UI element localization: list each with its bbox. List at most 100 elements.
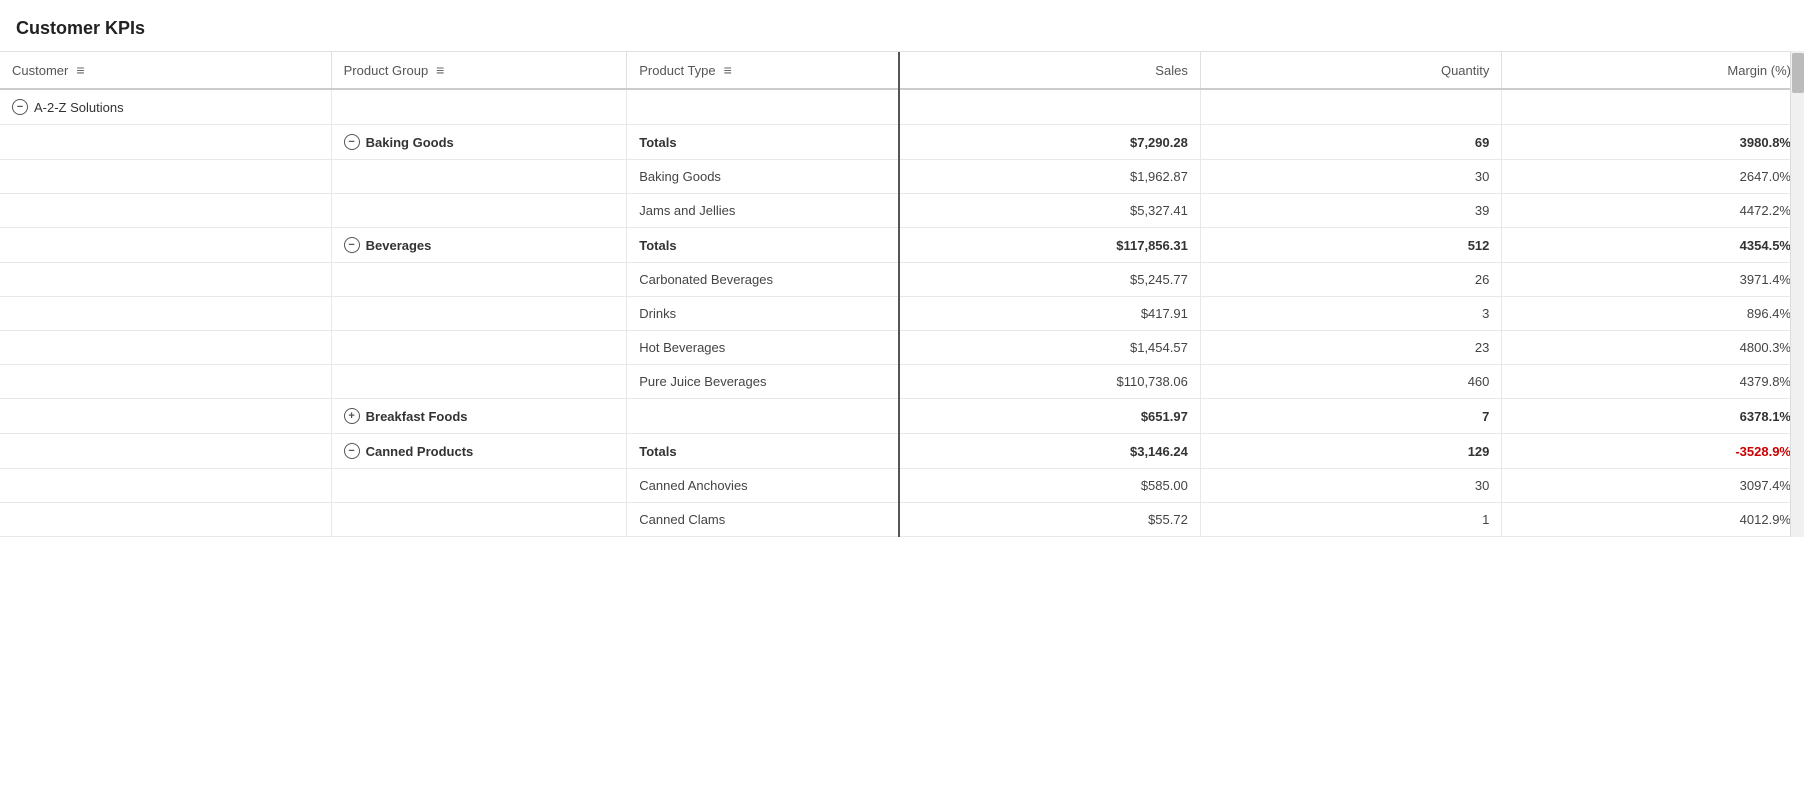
- cell-sales: $55.72: [899, 503, 1201, 537]
- cell-customer: [0, 125, 331, 160]
- col-header-sales: Sales: [899, 52, 1201, 89]
- scroll-thumb[interactable]: [1792, 53, 1804, 93]
- cell-customer: [0, 503, 331, 537]
- customer-menu-icon[interactable]: ≡: [76, 62, 84, 78]
- cell-margin: 6378.1%: [1502, 399, 1804, 434]
- cell-product-type: Canned Clams: [627, 503, 899, 537]
- col-header-margin: Margin (%): [1502, 52, 1804, 89]
- product-type-label: Hot Beverages: [639, 340, 725, 355]
- cell-quantity: 69: [1200, 125, 1502, 160]
- cell-product-group: [331, 365, 627, 399]
- product-type-menu-icon[interactable]: ≡: [724, 62, 732, 78]
- cell-customer: [0, 365, 331, 399]
- table-row: Canned Clams$55.7214012.9%: [0, 503, 1804, 537]
- cell-quantity: 460: [1200, 365, 1502, 399]
- cell-customer: [0, 434, 331, 469]
- table-wrapper: Customer ≡ Product Group ≡ Product Type: [0, 51, 1804, 537]
- cell-product-group: [331, 469, 627, 503]
- table-row: Jams and Jellies$5,327.41394472.2%: [0, 194, 1804, 228]
- table-row: Hot Beverages$1,454.57234800.3%: [0, 331, 1804, 365]
- cell-margin: 3097.4%: [1502, 469, 1804, 503]
- cell-customer: [0, 399, 331, 434]
- cell-quantity: [1200, 89, 1502, 125]
- cell-sales: $3,146.24: [899, 434, 1201, 469]
- sales-header-label: Sales: [1155, 63, 1188, 78]
- cell-product-group: −Baking Goods: [331, 125, 627, 160]
- table-row: Drinks$417.913896.4%: [0, 297, 1804, 331]
- cell-product-type: Drinks: [627, 297, 899, 331]
- product-group-expand-icon[interactable]: −: [344, 237, 360, 253]
- product-type-header-label: Product Type: [639, 63, 715, 78]
- customer-expand-icon[interactable]: −: [12, 99, 28, 115]
- cell-product-group: [331, 194, 627, 228]
- product-type-label: Drinks: [639, 306, 676, 321]
- margin-header-label: Margin (%): [1727, 63, 1791, 78]
- cell-sales: $1,962.87: [899, 160, 1201, 194]
- cell-product-type: Hot Beverages: [627, 331, 899, 365]
- product-type-label: Baking Goods: [639, 169, 721, 184]
- cell-product-type: Totals: [627, 434, 899, 469]
- cell-quantity: 512: [1200, 228, 1502, 263]
- cell-product-group: [331, 503, 627, 537]
- cell-margin: 896.4%: [1502, 297, 1804, 331]
- product-group-label: Canned Products: [366, 444, 474, 459]
- cell-sales: $7,290.28: [899, 125, 1201, 160]
- cell-quantity: 30: [1200, 469, 1502, 503]
- product-group-menu-icon[interactable]: ≡: [436, 62, 444, 78]
- product-type-label: Canned Anchovies: [639, 478, 747, 493]
- table-header-row: Customer ≡ Product Group ≡ Product Type: [0, 52, 1804, 89]
- cell-customer: [0, 297, 331, 331]
- cell-product-group: −Canned Products: [331, 434, 627, 469]
- cell-product-type: Pure Juice Beverages: [627, 365, 899, 399]
- table-container: Customer ≡ Product Group ≡ Product Type: [0, 51, 1804, 537]
- cell-margin: 4379.8%: [1502, 365, 1804, 399]
- quantity-header-label: Quantity: [1441, 63, 1489, 78]
- product-group-label: Breakfast Foods: [366, 409, 468, 424]
- cell-product-group: [331, 331, 627, 365]
- page-title: Customer KPIs: [0, 0, 1804, 51]
- col-header-quantity: Quantity: [1200, 52, 1502, 89]
- cell-margin: 2647.0%: [1502, 160, 1804, 194]
- product-type-label: Jams and Jellies: [639, 203, 735, 218]
- cell-margin: 4472.2%: [1502, 194, 1804, 228]
- product-group-expand-icon[interactable]: −: [344, 134, 360, 150]
- table-row: +Breakfast Foods$651.9776378.1%: [0, 399, 1804, 434]
- scrollbar[interactable]: [1790, 51, 1804, 537]
- cell-customer: −A-2-Z Solutions: [0, 89, 331, 125]
- cell-customer: [0, 331, 331, 365]
- cell-quantity: 26: [1200, 263, 1502, 297]
- customer-header-label: Customer: [12, 63, 68, 78]
- product-group-header-label: Product Group: [344, 63, 429, 78]
- product-group-expand-icon[interactable]: −: [344, 443, 360, 459]
- product-type-label: Canned Clams: [639, 512, 725, 527]
- cell-quantity: 129: [1200, 434, 1502, 469]
- cell-product-group: [331, 263, 627, 297]
- kpi-table: Customer ≡ Product Group ≡ Product Type: [0, 52, 1804, 537]
- cell-sales: $110,738.06: [899, 365, 1201, 399]
- cell-product-group: −Beverages: [331, 228, 627, 263]
- cell-product-type: [627, 89, 899, 125]
- cell-product-type: Totals: [627, 125, 899, 160]
- cell-quantity: 3: [1200, 297, 1502, 331]
- cell-margin: -3528.9%: [1502, 434, 1804, 469]
- cell-margin: 4012.9%: [1502, 503, 1804, 537]
- cell-sales: $5,245.77: [899, 263, 1201, 297]
- cell-product-group: + Breakfast Foods: [331, 399, 627, 434]
- product-type-label: Totals: [639, 444, 676, 459]
- cell-margin: 4800.3%: [1502, 331, 1804, 365]
- cell-margin: 4354.5%: [1502, 228, 1804, 263]
- cell-product-group: [331, 89, 627, 125]
- product-type-label: Carbonated Beverages: [639, 272, 773, 287]
- cell-product-type: Totals: [627, 228, 899, 263]
- product-type-label: Totals: [639, 135, 676, 150]
- table-row: −Baking GoodsTotals$7,290.28693980.8%: [0, 125, 1804, 160]
- cell-customer: [0, 228, 331, 263]
- cell-sales: [899, 89, 1201, 125]
- cell-sales: $5,327.41: [899, 194, 1201, 228]
- product-group-expand-icon[interactable]: +: [344, 408, 360, 424]
- cell-customer: [0, 194, 331, 228]
- table-row: Pure Juice Beverages$110,738.064604379.8…: [0, 365, 1804, 399]
- cell-customer: [0, 160, 331, 194]
- table-row: Canned Anchovies $585.00303097.4%: [0, 469, 1804, 503]
- cell-sales: $585.00: [899, 469, 1201, 503]
